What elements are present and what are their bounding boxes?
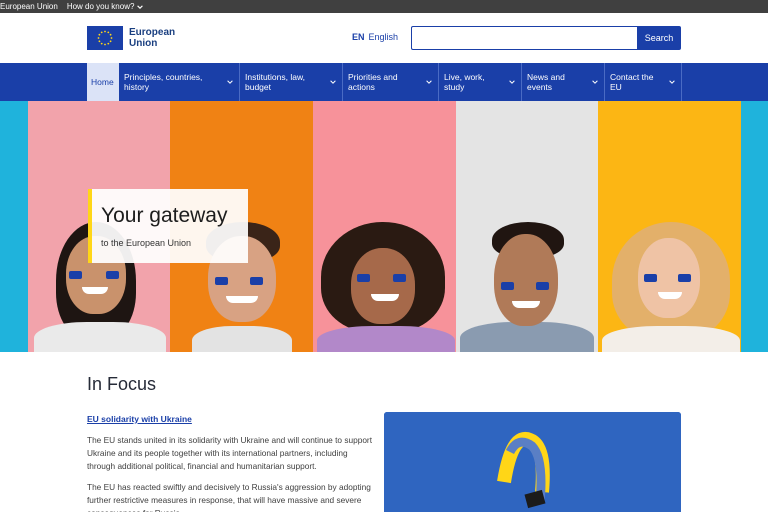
nav-item-label: Institutions, law, budget bbox=[245, 72, 305, 92]
hero-person bbox=[598, 222, 741, 352]
nav-item-label: Principles, countries, history bbox=[124, 72, 202, 92]
focus-paragraph: The EU has reacted swiftly and decisivel… bbox=[87, 482, 371, 512]
logo-text-line2: Union bbox=[129, 38, 158, 49]
nav-label-line1: Institutions, law, bbox=[245, 72, 306, 82]
nav-label-line2: history bbox=[124, 82, 150, 92]
hero-subtitle: to the European Union bbox=[101, 238, 192, 248]
chevron-down-icon bbox=[227, 80, 233, 84]
ukraine-ribbon-image[interactable] bbox=[384, 412, 681, 512]
how-do-you-know-label: How do you know? bbox=[66, 2, 135, 11]
hero-caption-box: Your gateway to the European Union bbox=[88, 189, 248, 263]
nav-item-news-events[interactable]: News and events bbox=[522, 63, 605, 101]
nav-item-label: Priorities and actions bbox=[348, 72, 398, 92]
nav-label-line2: events bbox=[527, 82, 553, 92]
hero-title: Your gateway bbox=[101, 204, 228, 227]
language-name: English bbox=[368, 32, 399, 42]
nav-label-line2: study bbox=[444, 82, 465, 92]
nav-item-label: Live, work, study bbox=[444, 72, 485, 92]
how-do-you-know-toggle[interactable]: How do you know? bbox=[67, 2, 145, 11]
nav-label-line1: News and bbox=[527, 72, 565, 82]
hero-banner: Your gateway to the European Union bbox=[0, 101, 768, 352]
site-header: European Union EN English Search bbox=[0, 13, 768, 63]
search-input[interactable] bbox=[411, 26, 638, 50]
hero-person bbox=[456, 222, 598, 352]
nav-item-institutions[interactable]: Institutions, law, budget bbox=[240, 63, 343, 101]
chevron-down-icon bbox=[137, 4, 144, 9]
site-name: European Union bbox=[0, 2, 58, 11]
chevron-down-icon bbox=[592, 80, 598, 84]
nav-label-line1: Priorities and bbox=[348, 72, 398, 82]
logo-text-line1: European bbox=[129, 27, 176, 38]
nav-label-line2: actions bbox=[348, 82, 375, 92]
ukraine-solidarity-link[interactable]: EU solidarity with Ukraine bbox=[87, 414, 192, 424]
focus-paragraph: The EU stands united in its solidarity w… bbox=[87, 435, 373, 471]
logo-text: European Union bbox=[129, 27, 175, 49]
nav-label-line1: Live, work, bbox=[444, 72, 485, 82]
nav-item-contact[interactable]: Contact the EU bbox=[605, 63, 682, 101]
nav-item-priorities[interactable]: Priorities and actions bbox=[343, 63, 439, 101]
nav-item-live-work-study[interactable]: Live, work, study bbox=[439, 63, 522, 101]
ribbon-icon bbox=[384, 412, 681, 512]
chevron-down-icon bbox=[330, 80, 336, 84]
nav-label-line1: Contact the bbox=[610, 72, 654, 82]
hero-person bbox=[313, 222, 456, 352]
hero-stripe bbox=[0, 101, 28, 352]
in-focus-heading: In Focus bbox=[87, 374, 157, 394]
eu-flag-icon bbox=[87, 26, 123, 50]
chevron-down-icon bbox=[509, 80, 515, 84]
nav-home-label: Home bbox=[91, 77, 114, 87]
eu-logo-link[interactable]: European Union bbox=[87, 26, 175, 50]
language-code: EN bbox=[352, 32, 365, 42]
nav-item-label: Contact the EU bbox=[610, 72, 653, 92]
chevron-down-icon bbox=[669, 80, 675, 84]
nav-label-line2: EU bbox=[610, 82, 622, 92]
top-utility-bar: European Union How do you know? bbox=[0, 0, 768, 13]
language-selector[interactable]: EN English bbox=[352, 32, 398, 42]
nav-item-home[interactable]: Home bbox=[87, 63, 119, 101]
hero-stripe bbox=[741, 101, 768, 352]
nav-item-label: News and events bbox=[527, 72, 565, 92]
nav-item-principles[interactable]: Principles, countries, history bbox=[119, 63, 240, 101]
nav-label-line1: Principles, countries, bbox=[124, 72, 203, 82]
search-button[interactable]: Search bbox=[637, 26, 681, 50]
chevron-down-icon bbox=[426, 80, 432, 84]
nav-label-line2: budget bbox=[245, 82, 271, 92]
main-navigation: Home Principles, countries, history Insti… bbox=[0, 63, 768, 101]
